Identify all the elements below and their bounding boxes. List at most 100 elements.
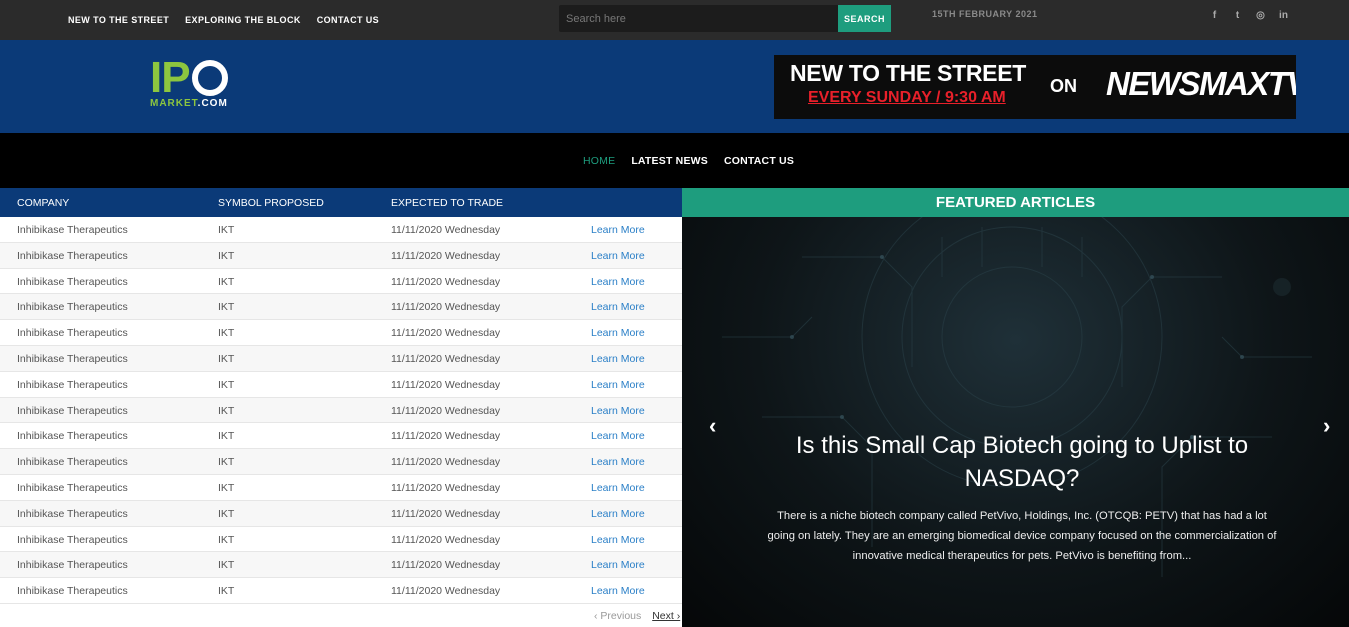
table-row: Inhibikase Therapeutics IKT 11/11/2020 Wed… <box>0 372 682 398</box>
cell-company: Inhibikase Therapeutics <box>17 224 128 236</box>
cell-company: Inhibikase Therapeutics <box>17 404 128 417</box>
table-pagination: ‹ Previous Next › <box>594 610 680 622</box>
column-header-expected-trade: EXPECTED TO TRADE <box>391 197 504 209</box>
table-header: COMPANY SYMBOL PROPOSED EXPECTED TO TRAD… <box>0 188 682 217</box>
top-nav-exploring-the-block[interactable]: EXPLORING THE BLOCK <box>185 15 301 25</box>
table-row: Inhibikase Therapeutics IKT 11/11/2020 Wed… <box>0 294 682 321</box>
top-nav-new-to-the-street[interactable]: NEW TO THE STREET <box>68 15 169 25</box>
learn-more-link[interactable]: Learn More <box>591 379 645 391</box>
learn-more-link[interactable]: Learn More <box>591 559 645 571</box>
cell-expected-trade: 11/11/2020 Wednesday <box>391 585 501 598</box>
search-input[interactable] <box>559 5 838 32</box>
learn-more-link[interactable]: Learn More <box>591 430 645 442</box>
table-row: Inhibikase Therapeutics IKT 11/11/2020 Wed… <box>0 269 682 295</box>
learn-more-link[interactable]: Learn More <box>591 405 645 417</box>
table-row: Inhibikase Therapeutics IKT 11/11/2020 Wed… <box>0 320 682 346</box>
cell-expected-trade: 11/11/2020 Wednesday <box>391 249 501 262</box>
newsmax-banner-ad[interactable]: NEW TO THE STREET EVERY SUNDAY / 9:30 AM… <box>774 55 1296 119</box>
cell-symbol: IKT <box>218 585 235 598</box>
logo-letters: IP <box>150 53 191 102</box>
linkedin-icon[interactable]: in <box>1272 10 1295 21</box>
twitter-icon[interactable]: t <box>1226 10 1249 21</box>
main-nav-contact-us[interactable]: CONTACT US <box>724 155 794 167</box>
facebook-icon[interactable]: f <box>1203 10 1226 21</box>
slider-prev-arrow[interactable]: ‹ <box>709 413 716 439</box>
logo-com-text: .COM <box>197 98 228 109</box>
learn-more-link[interactable]: Learn More <box>591 482 645 494</box>
slider-next-arrow[interactable]: › <box>1323 413 1330 439</box>
banner-show-title: NEW TO THE STREET <box>790 60 1026 86</box>
cell-company: Inhibikase Therapeutics <box>17 301 128 314</box>
ipo-calendar-table: COMPANY SYMBOL PROPOSED EXPECTED TO TRAD… <box>0 188 682 627</box>
main-nav-items: HOME LATEST NEWS CONTACT US <box>583 133 810 188</box>
table-row: Inhibikase Therapeutics IKT 11/11/2020 Wed… <box>0 345 682 372</box>
cell-company: Inhibikase Therapeutics <box>17 352 128 365</box>
table-row: Inhibikase Therapeutics IKT 11/11/2020 Wed… <box>0 527 682 553</box>
cell-company: Inhibikase Therapeutics <box>17 378 128 391</box>
learn-more-link[interactable]: Learn More <box>591 585 645 597</box>
learn-more-link[interactable]: Learn More <box>591 224 645 236</box>
cell-symbol: IKT <box>218 430 235 443</box>
cell-expected-trade: 11/11/2020 Wednesday <box>391 533 501 546</box>
logo-wordmark: MARKET.COM <box>150 98 245 109</box>
article-title[interactable]: Is this Small Cap Biotech going to Uplis… <box>772 429 1272 495</box>
cell-symbol: IKT <box>218 249 235 262</box>
top-nav-contact-us[interactable]: CONTACT US <box>317 15 379 25</box>
cell-company: Inhibikase Therapeutics <box>17 456 128 469</box>
featured-heading: FEATURED ARTICLES <box>682 188 1349 217</box>
table-row: Inhibikase Therapeutics IKT 11/11/2020 Wed… <box>0 242 682 269</box>
featured-slide[interactable]: ‹ › Is this Small Cap Biotech going to U… <box>682 217 1349 627</box>
learn-more-link[interactable]: Learn More <box>591 353 645 365</box>
banner-schedule: EVERY SUNDAY / 9:30 AM <box>808 89 1006 106</box>
table-row: Inhibikase Therapeutics IKT 11/11/2020 Wed… <box>0 578 682 604</box>
column-header-symbol: SYMBOL PROPOSED <box>218 197 324 209</box>
site-logo[interactable]: IP MARKET.COM <box>150 56 245 118</box>
banner-network-logo: NEWSMAXTV <box>1106 65 1296 102</box>
cell-symbol: IKT <box>218 507 235 520</box>
previous-page-button[interactable]: ‹ Previous <box>594 610 641 622</box>
site-header: IP MARKET.COM NEW TO THE STREET EVERY SU… <box>0 40 1349 133</box>
table-row: Inhibikase Therapeutics IKT 11/11/2020 Wed… <box>0 552 682 579</box>
cell-symbol: IKT <box>218 404 235 417</box>
cell-expected-trade: 11/11/2020 Wednesday <box>391 481 501 494</box>
logo-mark: IP <box>150 56 245 100</box>
learn-more-link[interactable]: Learn More <box>591 327 645 339</box>
top-bar: NEW TO THE STREET EXPLORING THE BLOCK CO… <box>0 0 1349 40</box>
cell-expected-trade: 11/11/2020 Wednesday <box>391 224 501 236</box>
instagram-icon[interactable]: ◎ <box>1249 10 1272 21</box>
cell-company: Inhibikase Therapeutics <box>17 533 128 546</box>
cell-company: Inhibikase Therapeutics <box>17 507 128 520</box>
cell-symbol: IKT <box>218 301 235 314</box>
learn-more-link[interactable]: Learn More <box>591 456 645 468</box>
cell-symbol: IKT <box>218 352 235 365</box>
cell-expected-trade: 11/11/2020 Wednesday <box>391 327 501 340</box>
cell-company: Inhibikase Therapeutics <box>17 327 128 340</box>
table-row: Inhibikase Therapeutics IKT 11/11/2020 Wed… <box>0 500 682 527</box>
learn-more-link[interactable]: Learn More <box>591 276 645 288</box>
learn-more-link[interactable]: Learn More <box>591 301 645 313</box>
search-button[interactable]: SEARCH <box>838 5 891 32</box>
table-row: Inhibikase Therapeutics IKT 11/11/2020 Wed… <box>0 423 682 450</box>
top-nav: NEW TO THE STREET EXPLORING THE BLOCK CO… <box>68 0 395 40</box>
cell-symbol: IKT <box>218 559 235 572</box>
table-row: Inhibikase Therapeutics IKT 11/11/2020 Wed… <box>0 217 682 243</box>
cell-expected-trade: 11/11/2020 Wednesday <box>391 352 501 365</box>
cell-company: Inhibikase Therapeutics <box>17 481 128 494</box>
column-header-company: COMPANY <box>17 197 70 209</box>
next-page-button[interactable]: Next › <box>652 610 680 622</box>
article-excerpt: There is a niche biotech company called … <box>767 510 1277 562</box>
table-body: Inhibikase Therapeutics IKT 11/11/2020 Wed… <box>0 217 682 604</box>
learn-more-link[interactable]: Learn More <box>591 534 645 546</box>
learn-more-link[interactable]: Learn More <box>591 508 645 520</box>
cell-company: Inhibikase Therapeutics <box>17 559 128 572</box>
featured-articles: FEATURED ARTICLES ‹ › Is this Small Cap … <box>682 188 1349 627</box>
cell-company: Inhibikase Therapeutics <box>17 275 128 288</box>
banner-on: ON <box>1050 76 1077 96</box>
cell-expected-trade: 11/11/2020 Wednesday <box>391 430 501 443</box>
learn-more-link[interactable]: Learn More <box>591 250 645 262</box>
cell-expected-trade: 11/11/2020 Wednesday <box>391 275 501 288</box>
cell-company: Inhibikase Therapeutics <box>17 585 128 598</box>
main-nav-home[interactable]: HOME <box>583 155 615 167</box>
main-nav-latest-news[interactable]: LATEST NEWS <box>631 155 708 167</box>
cell-expected-trade: 11/11/2020 Wednesday <box>391 456 501 469</box>
